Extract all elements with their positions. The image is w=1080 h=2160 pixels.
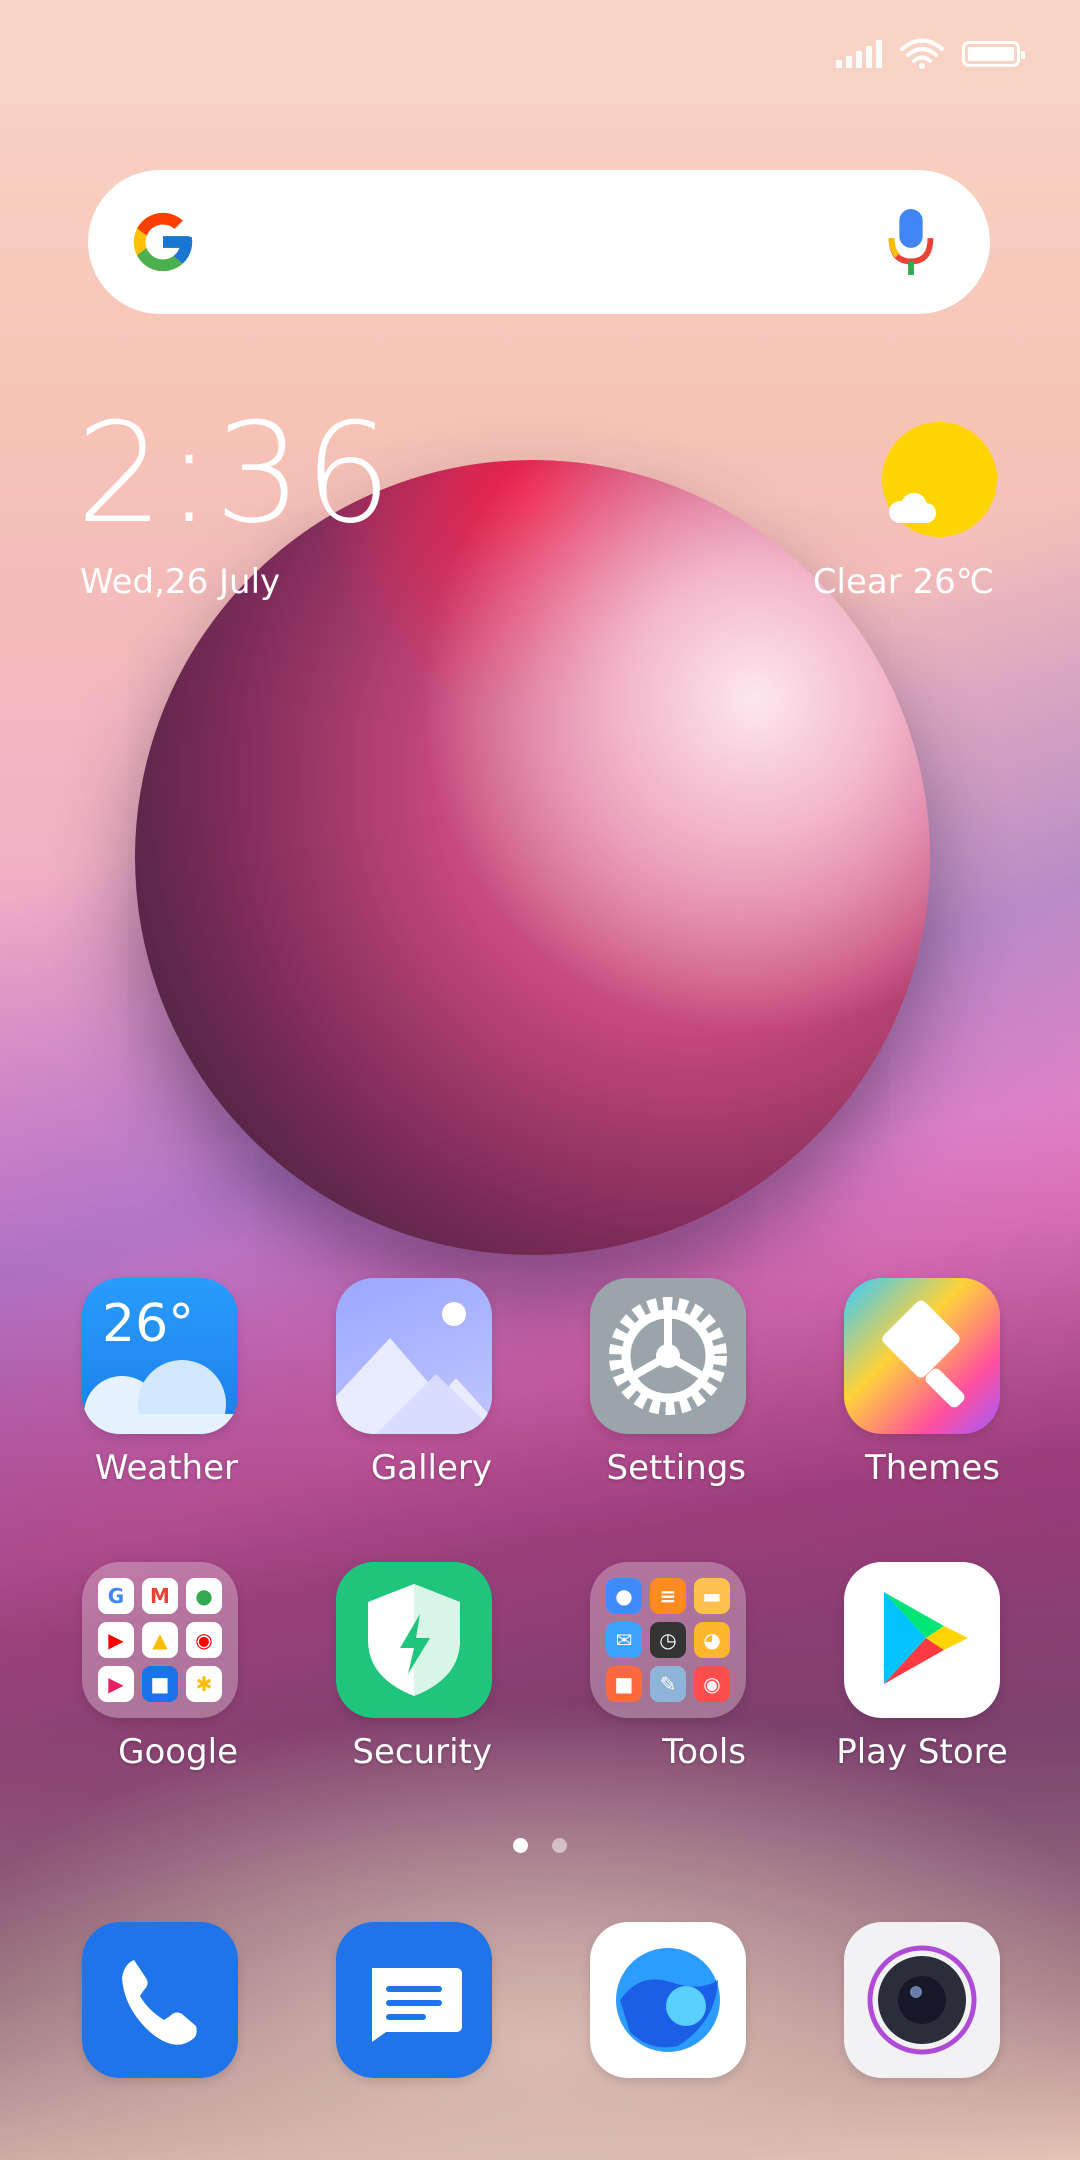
app-label: Settings [606, 1448, 746, 1488]
weather-temp-badge: 26° [102, 1294, 195, 1354]
bear-mini-icon: ◕ [694, 1622, 730, 1658]
gallery-icon [336, 1278, 492, 1434]
meet-mini-icon: ■ [142, 1666, 178, 1702]
app-gallery[interactable]: Gallery [336, 1278, 492, 1488]
google-folder-icon: G M ● ▶ ▲ ◉ ▶ ■ ✱ [82, 1562, 238, 1718]
app-label: Weather [94, 1448, 238, 1488]
gmail-mini-icon: M [142, 1578, 178, 1614]
recorder-mini-icon: ◉ [694, 1666, 730, 1702]
app-label: Security [352, 1732, 492, 1772]
settings-gear-icon [590, 1278, 746, 1434]
browser-icon [590, 1922, 746, 2078]
play-store-icon [844, 1562, 1000, 1718]
app-weather[interactable]: 26° Weather [82, 1278, 238, 1488]
google-g-icon [133, 212, 193, 272]
google-search-bar[interactable] [88, 170, 990, 314]
battery-icon [962, 41, 1025, 67]
weather-app-icon: 26° [82, 1278, 238, 1434]
app-label: Tools [662, 1732, 746, 1772]
security-shield-icon [336, 1562, 492, 1718]
clock-date: Wed,26 July [80, 562, 281, 602]
app-label: Gallery [370, 1448, 492, 1488]
dock-phone[interactable] [82, 1922, 238, 2078]
page-dot-2[interactable] [552, 1838, 567, 1853]
camera-icon [844, 1922, 1000, 2078]
app-label: Google [118, 1732, 238, 1772]
signal-icon [836, 40, 882, 68]
dock-messages[interactable] [336, 1922, 492, 2078]
app-play-store[interactable]: Play Store [836, 1562, 1008, 1772]
messages-icon [336, 1922, 492, 2078]
status-bar [836, 38, 1025, 70]
file-manager-mini-icon: ▬ [694, 1578, 730, 1614]
notes-mini-icon: ≡ [650, 1578, 686, 1614]
photos-mini-icon: ✱ [186, 1666, 222, 1702]
microphone-icon[interactable] [887, 207, 935, 277]
page-indicator [0, 1838, 1080, 1853]
themes-brush-icon [844, 1278, 1000, 1434]
folder-tools[interactable]: ● ≡ ▬ ✉ ◷ ◕ ■ ✎ ◉ Tools [590, 1562, 746, 1772]
screen-recorder-mini-icon: ■ [606, 1666, 642, 1702]
folder-google[interactable]: G M ● ▶ ▲ ◉ ▶ ■ ✱ Google [82, 1562, 238, 1772]
app-security[interactable]: Security [336, 1562, 492, 1772]
mail-mini-icon: ✉ [606, 1622, 642, 1658]
youtube-mini-icon: ▶ [98, 1622, 134, 1658]
cloud-icon [889, 493, 936, 523]
wifi-icon [900, 38, 944, 69]
phone-icon [82, 1922, 238, 2078]
app-label: Themes [865, 1448, 1000, 1488]
maps-mini-icon: ● [186, 1578, 222, 1614]
clock-time[interactable]: 2:36 [76, 405, 394, 543]
dock-browser[interactable] [590, 1922, 746, 2078]
contacts-mini-icon: ● [606, 1578, 642, 1614]
clock-mini-icon: ◷ [650, 1622, 686, 1658]
play-movies-mini-icon: ▶ [98, 1666, 134, 1702]
compass-mini-icon: ✎ [650, 1666, 686, 1702]
weather-summary: Clear 26℃ [812, 562, 994, 602]
tools-folder-icon: ● ≡ ▬ ✉ ◷ ◕ ■ ✎ ◉ [590, 1562, 746, 1718]
youtube-music-mini-icon: ◉ [186, 1622, 222, 1658]
google-mini-icon: G [98, 1578, 134, 1614]
app-label: Play Store [836, 1732, 1008, 1772]
dock-camera[interactable] [844, 1922, 1000, 2078]
app-themes[interactable]: Themes [844, 1278, 1000, 1488]
drive-mini-icon: ▲ [142, 1622, 178, 1658]
app-settings[interactable]: Settings [590, 1278, 746, 1488]
page-dot-1[interactable] [513, 1838, 528, 1853]
